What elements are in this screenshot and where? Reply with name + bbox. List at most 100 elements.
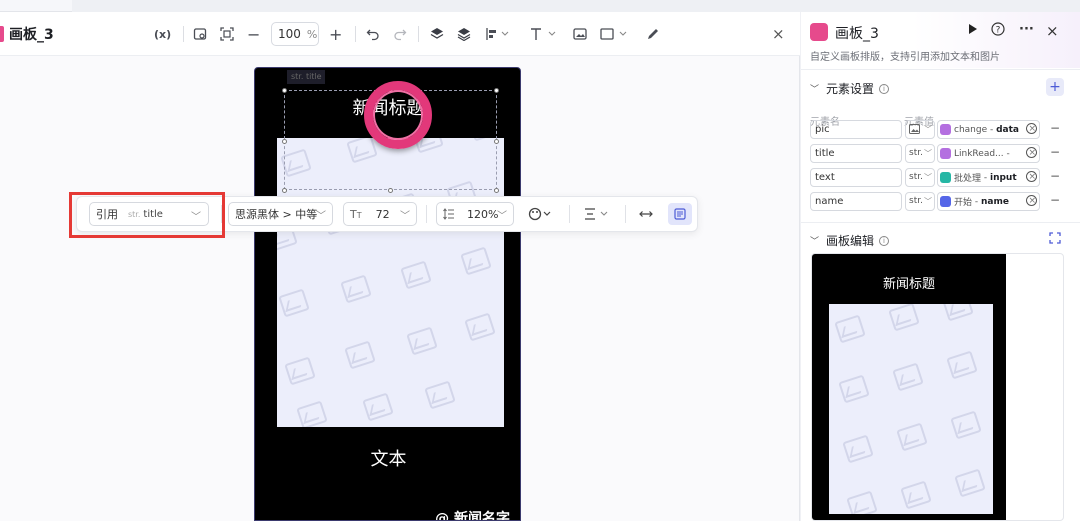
- image-icon[interactable]: [573, 24, 587, 44]
- undo-icon[interactable]: [366, 24, 380, 44]
- brand-bar: [0, 26, 4, 42]
- resize-handle[interactable]: [282, 88, 287, 93]
- element-type-value: str.: [909, 172, 923, 182]
- remove-row-icon[interactable]: −: [1050, 121, 1060, 135]
- element-type-select[interactable]: str. ﹀: [905, 168, 935, 187]
- chevron-down-icon: ﹀: [924, 125, 932, 134]
- resize-handle[interactable]: [282, 139, 287, 144]
- resize-handle[interactable]: [388, 188, 393, 193]
- expand-icon[interactable]: [1049, 232, 1061, 244]
- element-type-select[interactable]: str. ﹀: [905, 144, 935, 163]
- element-value-ref[interactable]: 开始 - name ×: [937, 192, 1040, 211]
- zoom-unit: %: [306, 27, 318, 41]
- line-height-icon: [443, 208, 454, 220]
- element-name-input[interactable]: text: [810, 168, 902, 187]
- image-placeholder-icon: [842, 434, 874, 464]
- divider: [569, 205, 570, 223]
- shape-icon[interactable]: [600, 24, 630, 44]
- color-picker[interactable]: [528, 202, 552, 226]
- board-node-icon: [810, 23, 828, 41]
- section-elements[interactable]: ﹀ 元素设置 i: [810, 80, 890, 97]
- image-placeholder-icon: [406, 326, 438, 356]
- properties-panel: 画板_3 ? ··· × 自定义画板排版，支持引用添加文本和图片 ﹀ 元素设置 …: [801, 12, 1080, 521]
- align-center-icon: [585, 208, 608, 220]
- fit-icon[interactable]: [220, 24, 234, 44]
- element-type-select[interactable]: ﹀: [905, 120, 935, 139]
- zoom-out-icon[interactable]: −: [247, 24, 260, 44]
- add-element-button[interactable]: +: [1046, 78, 1064, 96]
- section-board-edit[interactable]: ﹀ 画板编辑 i: [810, 232, 890, 249]
- panel-title: 画板_3: [835, 26, 879, 42]
- zoom-in-icon[interactable]: +: [329, 24, 342, 44]
- align-icon[interactable]: [485, 24, 509, 44]
- section-elements-title: 元素设置: [826, 82, 875, 96]
- auto-width-icon[interactable]: [639, 202, 653, 226]
- target-icon[interactable]: [1026, 195, 1037, 206]
- frame-icon[interactable]: [193, 24, 207, 44]
- close-icon[interactable]: ×: [772, 25, 785, 43]
- text-box-mode-icon[interactable]: [668, 203, 692, 225]
- variable-icon[interactable]: (x): [154, 24, 171, 44]
- element-name-input[interactable]: pic: [810, 120, 902, 139]
- image-placeholder-icon: [954, 468, 986, 498]
- image-placeholder-icon: [946, 350, 978, 380]
- target-icon[interactable]: [1026, 147, 1037, 158]
- element-type-select[interactable]: str. ﹀: [905, 192, 935, 211]
- image-placeholder-icon: [950, 410, 982, 440]
- element-value-ref[interactable]: LinkRead... - ×: [937, 144, 1040, 163]
- help-icon[interactable]: ?: [991, 22, 1005, 36]
- text-align-select[interactable]: [583, 202, 611, 226]
- palette-icon: [528, 207, 551, 221]
- section-board-edit-title: 画板编辑: [826, 234, 875, 248]
- resize-handle[interactable]: [494, 88, 499, 93]
- element-row: name str. ﹀ 开始 - name × −: [810, 192, 1080, 212]
- layers-icon[interactable]: [457, 24, 471, 44]
- panel-description: 自定义画板排版，支持引用添加文本和图片: [810, 52, 1000, 63]
- remove-row-icon[interactable]: −: [1050, 193, 1060, 207]
- target-icon[interactable]: [1026, 171, 1037, 182]
- play-icon[interactable]: [967, 22, 979, 36]
- window-top-strip: [0, 0, 1080, 12]
- image-placeholder-icon: [284, 356, 316, 386]
- target-icon[interactable]: [1026, 123, 1037, 134]
- info-icon: i: [879, 83, 890, 94]
- ref-field: name: [981, 196, 1009, 207]
- image-placeholder-icon: [900, 480, 932, 510]
- remove-row-icon[interactable]: −: [1050, 145, 1060, 159]
- resize-handle[interactable]: [282, 188, 287, 193]
- panel-close-icon[interactable]: ×: [1046, 22, 1059, 40]
- zoom-input[interactable]: 100 %: [271, 22, 319, 46]
- board-preview[interactable]: 新闻标题: [811, 253, 1064, 521]
- image-placeholder-icon: [464, 312, 496, 342]
- image-type-icon: [909, 124, 920, 134]
- pen-icon[interactable]: [646, 24, 660, 44]
- divider: [801, 69, 1080, 70]
- redo-icon[interactable]: [393, 24, 407, 44]
- image-placeholder-icon: [834, 314, 866, 344]
- text-icon[interactable]: [529, 24, 557, 44]
- image-placeholder-icon: [888, 304, 920, 332]
- element-type-value: str.: [909, 148, 923, 158]
- remove-row-icon[interactable]: −: [1050, 169, 1060, 183]
- resize-handle[interactable]: [494, 188, 499, 193]
- preview-title: 新闻标题: [882, 277, 935, 292]
- element-value-ref[interactable]: 批处理 - input ×: [937, 168, 1040, 187]
- resize-handle[interactable]: [494, 139, 499, 144]
- font-family-select[interactable]: 思源黑体 > 中等 ﹀: [228, 202, 333, 226]
- divider: [221, 205, 222, 223]
- image-placeholder-icon: [424, 380, 456, 410]
- editor-header: 画板_3 (x) − 100 % + ×: [0, 12, 800, 56]
- artboard-name-text[interactable]: @ 新闻名字: [435, 508, 510, 520]
- image-placeholder-icon: [942, 304, 974, 322]
- divider: [418, 26, 419, 42]
- more-icon[interactable]: ···: [1019, 22, 1034, 37]
- chevron-down-icon: ﹀: [924, 197, 932, 206]
- element-value-ref[interactable]: change - data ×: [937, 120, 1040, 139]
- font-size-select[interactable]: TT 72 ﹀: [343, 202, 417, 226]
- artboard-text[interactable]: 文本: [255, 445, 520, 471]
- element-name-input[interactable]: name: [810, 192, 902, 211]
- layer-up-icon[interactable]: [430, 24, 444, 44]
- image-placeholder-icon: [400, 260, 432, 290]
- element-name-input[interactable]: title: [810, 144, 902, 163]
- line-height-select[interactable]: 120% ﹀: [436, 202, 514, 226]
